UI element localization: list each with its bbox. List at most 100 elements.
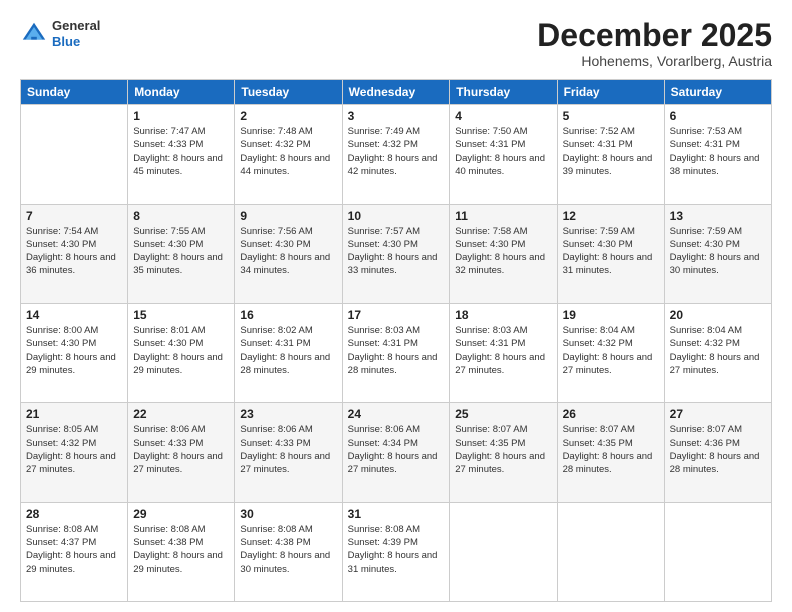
calendar-cell: 15Sunrise: 8:01 AM Sunset: 4:30 PM Dayli… bbox=[128, 303, 235, 402]
day-number: 26 bbox=[563, 407, 659, 421]
calendar-cell bbox=[450, 502, 557, 601]
calendar: SundayMondayTuesdayWednesdayThursdayFrid… bbox=[20, 79, 772, 602]
calendar-cell: 13Sunrise: 7:59 AM Sunset: 4:30 PM Dayli… bbox=[664, 204, 771, 303]
day-number: 12 bbox=[563, 209, 659, 223]
day-number: 11 bbox=[455, 209, 551, 223]
logo-blue: Blue bbox=[52, 34, 100, 50]
logo-general: General bbox=[52, 18, 100, 34]
day-info: Sunrise: 7:59 AM Sunset: 4:30 PM Dayligh… bbox=[670, 225, 766, 278]
day-number: 14 bbox=[26, 308, 122, 322]
calendar-week-row: 14Sunrise: 8:00 AM Sunset: 4:30 PM Dayli… bbox=[21, 303, 772, 402]
day-info: Sunrise: 7:58 AM Sunset: 4:30 PM Dayligh… bbox=[455, 225, 551, 278]
day-number: 9 bbox=[240, 209, 336, 223]
day-number: 24 bbox=[348, 407, 445, 421]
day-info: Sunrise: 7:56 AM Sunset: 4:30 PM Dayligh… bbox=[240, 225, 336, 278]
calendar-cell bbox=[557, 502, 664, 601]
day-info: Sunrise: 8:06 AM Sunset: 4:34 PM Dayligh… bbox=[348, 423, 445, 476]
day-info: Sunrise: 8:02 AM Sunset: 4:31 PM Dayligh… bbox=[240, 324, 336, 377]
month-title: December 2025 bbox=[537, 18, 772, 53]
day-number: 5 bbox=[563, 109, 659, 123]
calendar-week-row: 21 Sunrise: 8:05 AM Sunset: 4:32 PM Dayli… bbox=[21, 403, 772, 502]
calendar-cell: 30 Sunrise: 8:08 AM Sunset: 4:38 PM Dayli… bbox=[235, 502, 342, 601]
calendar-cell: 31Sunrise: 8:08 AM Sunset: 4:39 PM Dayli… bbox=[342, 502, 450, 601]
day-info: Sunrise: 8:05 AM Sunset: 4:32 PM Dayligh… bbox=[26, 423, 122, 476]
weekday-header-row: SundayMondayTuesdayWednesdayThursdayFrid… bbox=[21, 80, 772, 105]
logo-icon bbox=[20, 20, 48, 48]
day-info: Sunrise: 7:54 AM Sunset: 4:30 PM Dayligh… bbox=[26, 225, 122, 278]
day-number: 3 bbox=[348, 109, 445, 123]
day-info: Sunrise: 8:08 AM Sunset: 4:38 PM Dayligh… bbox=[133, 523, 229, 576]
day-number: 8 bbox=[133, 209, 229, 223]
logo: General Blue bbox=[20, 18, 100, 49]
day-number: 30 bbox=[240, 507, 336, 521]
calendar-week-row: 1Sunrise: 7:47 AM Sunset: 4:33 PM Daylig… bbox=[21, 105, 772, 204]
day-info: Sunrise: 7:50 AM Sunset: 4:31 PM Dayligh… bbox=[455, 125, 551, 178]
day-number: 2 bbox=[240, 109, 336, 123]
day-info: Sunrise: 8:08 AM Sunset: 4:37 PM Dayligh… bbox=[26, 523, 122, 576]
day-number: 20 bbox=[670, 308, 766, 322]
day-number: 21 bbox=[26, 407, 122, 421]
weekday-header: Thursday bbox=[450, 80, 557, 105]
day-info: Sunrise: 7:47 AM Sunset: 4:33 PM Dayligh… bbox=[133, 125, 229, 178]
day-info: Sunrise: 8:07 AM Sunset: 4:35 PM Dayligh… bbox=[563, 423, 659, 476]
day-number: 16 bbox=[240, 308, 336, 322]
weekday-header: Tuesday bbox=[235, 80, 342, 105]
day-info: Sunrise: 7:55 AM Sunset: 4:30 PM Dayligh… bbox=[133, 225, 229, 278]
calendar-cell: 11 Sunrise: 7:58 AM Sunset: 4:30 PM Dayli… bbox=[450, 204, 557, 303]
calendar-cell: 22Sunrise: 8:06 AM Sunset: 4:33 PM Dayli… bbox=[128, 403, 235, 502]
header: General Blue December 2025 Hohenems, Vor… bbox=[20, 18, 772, 69]
day-info: Sunrise: 8:03 AM Sunset: 4:31 PM Dayligh… bbox=[348, 324, 445, 377]
day-number: 29 bbox=[133, 507, 229, 521]
calendar-cell: 4 Sunrise: 7:50 AM Sunset: 4:31 PM Daylig… bbox=[450, 105, 557, 204]
day-number: 18 bbox=[455, 308, 551, 322]
calendar-cell: 25Sunrise: 8:07 AM Sunset: 4:35 PM Dayli… bbox=[450, 403, 557, 502]
day-number: 28 bbox=[26, 507, 122, 521]
calendar-cell: 5Sunrise: 7:52 AM Sunset: 4:31 PM Daylig… bbox=[557, 105, 664, 204]
day-number: 17 bbox=[348, 308, 445, 322]
day-info: Sunrise: 7:49 AM Sunset: 4:32 PM Dayligh… bbox=[348, 125, 445, 178]
day-number: 25 bbox=[455, 407, 551, 421]
day-info: Sunrise: 7:59 AM Sunset: 4:30 PM Dayligh… bbox=[563, 225, 659, 278]
logo-text: General Blue bbox=[52, 18, 100, 49]
day-number: 6 bbox=[670, 109, 766, 123]
location: Hohenems, Vorarlberg, Austria bbox=[537, 53, 772, 69]
calendar-cell: 8 Sunrise: 7:55 AM Sunset: 4:30 PM Daylig… bbox=[128, 204, 235, 303]
day-info: Sunrise: 8:06 AM Sunset: 4:33 PM Dayligh… bbox=[240, 423, 336, 476]
calendar-week-row: 28 Sunrise: 8:08 AM Sunset: 4:37 PM Dayli… bbox=[21, 502, 772, 601]
calendar-week-row: 7 Sunrise: 7:54 AM Sunset: 4:30 PM Daylig… bbox=[21, 204, 772, 303]
calendar-cell bbox=[21, 105, 128, 204]
day-number: 27 bbox=[670, 407, 766, 421]
day-info: Sunrise: 7:48 AM Sunset: 4:32 PM Dayligh… bbox=[240, 125, 336, 178]
day-info: Sunrise: 8:06 AM Sunset: 4:33 PM Dayligh… bbox=[133, 423, 229, 476]
day-number: 31 bbox=[348, 507, 445, 521]
day-info: Sunrise: 8:04 AM Sunset: 4:32 PM Dayligh… bbox=[563, 324, 659, 377]
day-number: 10 bbox=[348, 209, 445, 223]
calendar-cell: 23Sunrise: 8:06 AM Sunset: 4:33 PM Dayli… bbox=[235, 403, 342, 502]
day-number: 19 bbox=[563, 308, 659, 322]
day-info: Sunrise: 8:04 AM Sunset: 4:32 PM Dayligh… bbox=[670, 324, 766, 377]
calendar-cell: 10 Sunrise: 7:57 AM Sunset: 4:30 PM Dayli… bbox=[342, 204, 450, 303]
calendar-cell: 20 Sunrise: 8:04 AM Sunset: 4:32 PM Dayli… bbox=[664, 303, 771, 402]
page: General Blue December 2025 Hohenems, Vor… bbox=[0, 0, 792, 612]
day-info: Sunrise: 7:57 AM Sunset: 4:30 PM Dayligh… bbox=[348, 225, 445, 278]
calendar-cell: 26 Sunrise: 8:07 AM Sunset: 4:35 PM Dayli… bbox=[557, 403, 664, 502]
day-info: Sunrise: 7:53 AM Sunset: 4:31 PM Dayligh… bbox=[670, 125, 766, 178]
day-info: Sunrise: 8:01 AM Sunset: 4:30 PM Dayligh… bbox=[133, 324, 229, 377]
calendar-cell: 29 Sunrise: 8:08 AM Sunset: 4:38 PM Dayli… bbox=[128, 502, 235, 601]
day-number: 4 bbox=[455, 109, 551, 123]
weekday-header: Sunday bbox=[21, 80, 128, 105]
calendar-cell: 14Sunrise: 8:00 AM Sunset: 4:30 PM Dayli… bbox=[21, 303, 128, 402]
calendar-cell: 6 Sunrise: 7:53 AM Sunset: 4:31 PM Daylig… bbox=[664, 105, 771, 204]
calendar-cell: 9 Sunrise: 7:56 AM Sunset: 4:30 PM Daylig… bbox=[235, 204, 342, 303]
calendar-cell: 21 Sunrise: 8:05 AM Sunset: 4:32 PM Dayli… bbox=[21, 403, 128, 502]
calendar-cell: 3 Sunrise: 7:49 AM Sunset: 4:32 PM Daylig… bbox=[342, 105, 450, 204]
title-block: December 2025 Hohenems, Vorarlberg, Aust… bbox=[537, 18, 772, 69]
day-number: 7 bbox=[26, 209, 122, 223]
weekday-header: Monday bbox=[128, 80, 235, 105]
calendar-cell: 27Sunrise: 8:07 AM Sunset: 4:36 PM Dayli… bbox=[664, 403, 771, 502]
day-info: Sunrise: 8:08 AM Sunset: 4:38 PM Dayligh… bbox=[240, 523, 336, 576]
weekday-header: Saturday bbox=[664, 80, 771, 105]
calendar-cell bbox=[664, 502, 771, 601]
calendar-cell: 24 Sunrise: 8:06 AM Sunset: 4:34 PM Dayli… bbox=[342, 403, 450, 502]
calendar-cell: 1Sunrise: 7:47 AM Sunset: 4:33 PM Daylig… bbox=[128, 105, 235, 204]
